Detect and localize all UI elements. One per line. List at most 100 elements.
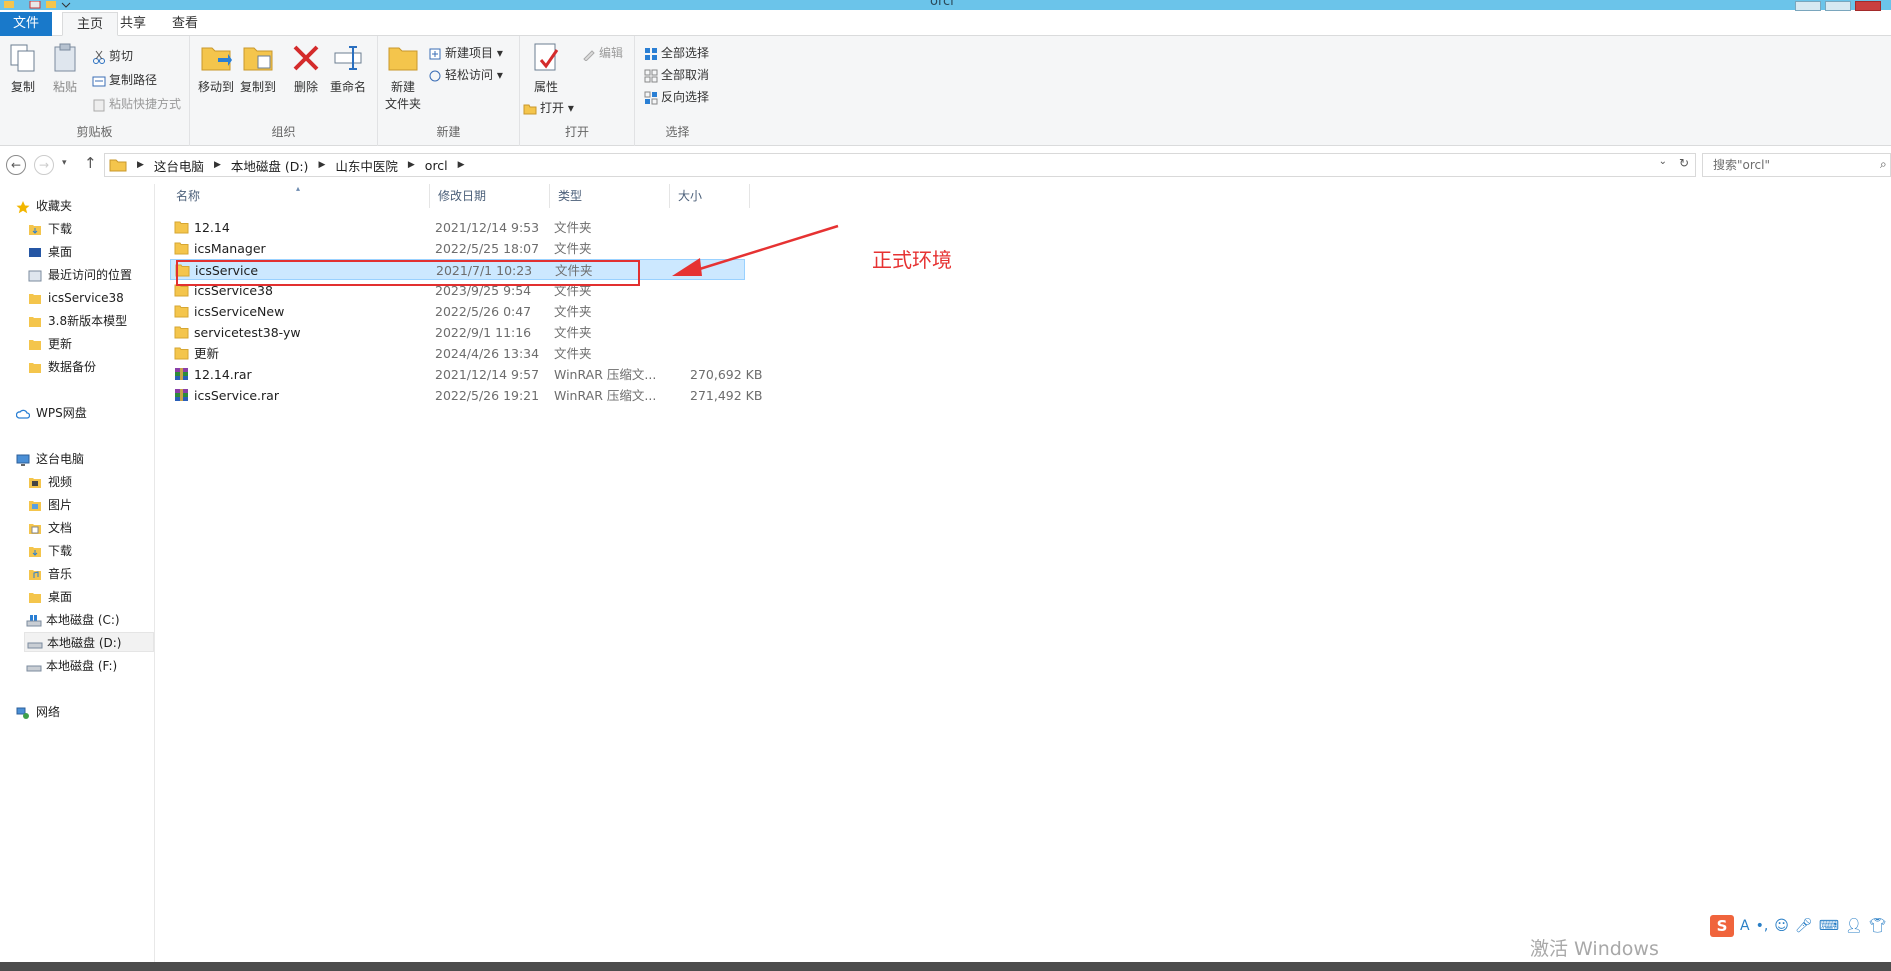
column-header-name[interactable]: 名称 bbox=[168, 184, 430, 208]
open-button[interactable]: 打开 ▾ bbox=[523, 98, 574, 118]
select-none-label: 全部取消 bbox=[661, 68, 710, 82]
keyboard-icon[interactable]: ⌨ bbox=[1819, 918, 1839, 934]
address-dropdown-chevron-icon[interactable]: ⌄ bbox=[1659, 156, 1667, 167]
file-row-icsmanager[interactable]: icsManager 2022/5/25 18:07 文件夹 bbox=[170, 238, 745, 259]
paste-shortcut-button[interactable]: 粘贴快捷方式 bbox=[92, 94, 181, 114]
file-row-icsservicenew[interactable]: icsServiceNew 2022/5/26 0:47 文件夹 bbox=[170, 301, 745, 322]
file-row-12-14[interactable]: 12.14 2021/12/14 9:53 文件夹 bbox=[170, 217, 745, 238]
edit-button[interactable]: 编辑 bbox=[582, 43, 623, 63]
nav-pc-documents[interactable]: 文档 bbox=[28, 518, 72, 538]
file-row-icsservice-rar[interactable]: icsService.rar 2022/5/26 19:21 WinRAR 压缩… bbox=[170, 385, 762, 406]
nav-pc-music[interactable]: 音乐 bbox=[28, 564, 72, 584]
select-none-button[interactable]: 全部取消 bbox=[644, 65, 709, 85]
refresh-icon[interactable]: ↻ bbox=[1679, 156, 1689, 170]
nav-fav-downloads[interactable]: 下载 bbox=[28, 219, 72, 239]
file-row-update[interactable]: 更新 2024/4/26 13:34 文件夹 bbox=[170, 343, 745, 364]
breadcrumb-orcl[interactable]: orcl bbox=[425, 158, 448, 173]
nav-this-pc[interactable]: 这台电脑 bbox=[16, 449, 84, 469]
file-row-servicetest38-yw[interactable]: servicetest38-yw 2022/9/1 11:16 文件夹 bbox=[170, 322, 745, 343]
nav-fav-model[interactable]: 3.8新版本模型 bbox=[28, 311, 127, 331]
nav-fav-icsservice38[interactable]: icsService38 bbox=[28, 288, 124, 308]
column-header-date[interactable]: 修改日期 bbox=[430, 184, 550, 208]
copy-to-button[interactable]: 复制到 bbox=[238, 42, 278, 95]
new-item-button[interactable]: 新建项目 ▾ bbox=[428, 43, 503, 63]
copy-folder-icon bbox=[242, 42, 274, 74]
file-name: icsService.rar bbox=[194, 388, 279, 403]
tab-share[interactable]: 共享 bbox=[106, 12, 160, 36]
nav-pc-drive-d[interactable]: 本地磁盘 (D:) bbox=[24, 632, 154, 652]
move-to-button[interactable]: 移动到 bbox=[196, 42, 236, 95]
search-icon[interactable]: ⌕ bbox=[1880, 157, 1887, 172]
group-select: 全部选择 全部取消 反向选择 选择 bbox=[635, 36, 720, 146]
easy-access-button[interactable]: 轻松访问 ▾ bbox=[428, 65, 503, 85]
back-button[interactable]: ← bbox=[6, 155, 26, 175]
ime-toolbar[interactable]: S A •, ☺ 🎤︎ ⌨ 👤︎ 👕︎ bbox=[1710, 914, 1891, 938]
copy-button[interactable]: 复制 bbox=[3, 42, 43, 95]
microphone-icon[interactable]: 🎤︎ bbox=[1795, 918, 1813, 934]
nav-pc-drive-c[interactable]: 本地磁盘 (C:) bbox=[26, 610, 120, 630]
file-row-12-14-rar[interactable]: 12.14.rar 2021/12/14 9:57 WinRAR 压缩文... … bbox=[170, 364, 762, 385]
properties-button[interactable]: 属性 bbox=[526, 42, 566, 95]
nav-pc-pictures[interactable]: 图片 bbox=[28, 495, 72, 515]
emoji-icon[interactable]: ☺ bbox=[1774, 918, 1789, 934]
annotation-arrow-icon bbox=[672, 224, 839, 276]
maximize-button[interactable] bbox=[1825, 1, 1851, 11]
nav-pc-desktop[interactable]: 桌面 bbox=[28, 587, 72, 607]
new-item-label: 新建项目 bbox=[445, 46, 494, 60]
recent-locations-chevron-icon[interactable]: ▾ bbox=[62, 158, 67, 168]
punctuation-icon[interactable]: •, bbox=[1756, 918, 1769, 934]
nav-fav-recent[interactable]: 最近访问的位置 bbox=[28, 265, 132, 285]
nav-pc-videos[interactable]: 视频 bbox=[28, 472, 72, 492]
pictures-folder-icon bbox=[28, 499, 42, 513]
folder-icon bbox=[174, 242, 189, 255]
folder-icon bbox=[174, 326, 189, 339]
close-button[interactable] bbox=[1855, 1, 1881, 11]
ime-mode-indicator[interactable]: A bbox=[1740, 918, 1750, 934]
select-all-label: 全部选择 bbox=[661, 46, 710, 60]
delete-button[interactable]: 删除 bbox=[286, 42, 326, 95]
breadcrumb-this-pc[interactable]: 这台电脑 bbox=[154, 156, 204, 175]
nav-fav-update[interactable]: 更新 bbox=[28, 334, 72, 354]
minimize-button[interactable] bbox=[1795, 1, 1821, 11]
breadcrumb-separator[interactable]: ▶ bbox=[408, 160, 415, 170]
select-all-button[interactable]: 全部选择 bbox=[644, 43, 709, 63]
nav-fav-desktop[interactable]: 桌面 bbox=[28, 242, 72, 262]
new-folder-button[interactable]: 新建 文件夹 bbox=[383, 42, 423, 112]
file-date: 2022/9/1 11:16 bbox=[435, 325, 532, 340]
file-name: 12.14 bbox=[194, 220, 230, 235]
tab-view[interactable]: 查看 bbox=[158, 12, 212, 36]
skin-icon[interactable]: 👕︎ bbox=[1869, 918, 1887, 934]
up-arrow-icon[interactable]: ↑ bbox=[84, 154, 97, 172]
breadcrumb-drive-d[interactable]: 本地磁盘 (D:) bbox=[231, 156, 309, 175]
breadcrumb-separator[interactable]: ▶ bbox=[137, 160, 144, 170]
organize-group-label: 组织 bbox=[271, 125, 296, 139]
file-date: 2022/5/26 0:47 bbox=[435, 304, 532, 319]
cut-button[interactable]: 剪切 bbox=[92, 46, 133, 66]
breadcrumb-separator[interactable]: ▶ bbox=[318, 160, 325, 170]
nav-network[interactable]: 网络 bbox=[16, 702, 60, 722]
clipboard-group-label: 剪贴板 bbox=[76, 125, 113, 139]
quick-access-icons[interactable] bbox=[0, 0, 90, 11]
column-header-type[interactable]: 类型 bbox=[550, 184, 670, 208]
tab-file[interactable]: 文件 bbox=[0, 12, 52, 36]
breadcrumb-separator[interactable]: ▶ bbox=[214, 160, 221, 170]
user-icon[interactable]: 👤︎ bbox=[1845, 918, 1863, 934]
paste-button[interactable]: 粘贴 bbox=[45, 42, 85, 95]
search-input[interactable]: 搜索"orcl" bbox=[1702, 153, 1891, 177]
nav-favorites[interactable]: 收藏夹 bbox=[16, 196, 72, 216]
copy-path-button[interactable]: 复制路径 bbox=[92, 70, 157, 90]
nav-pc-downloads[interactable]: 下载 bbox=[28, 541, 72, 561]
breadcrumb-hospital[interactable]: 山东中医院 bbox=[335, 156, 398, 175]
nav-item-label: 数据备份 bbox=[48, 360, 97, 374]
rename-button[interactable]: 重命名 bbox=[328, 42, 368, 95]
breadcrumb-separator[interactable]: ▶ bbox=[458, 160, 465, 170]
nav-wps-drive[interactable]: WPS网盘 bbox=[15, 403, 87, 423]
quick-access-toolbar[interactable] bbox=[0, 0, 90, 10]
nav-fav-backup[interactable]: 数据备份 bbox=[28, 357, 96, 377]
nav-pc-drive-f[interactable]: 本地磁盘 (F:) bbox=[26, 656, 117, 676]
address-bar[interactable]: ▶ 这台电脑 ▶ 本地磁盘 (D:) ▶ 山东中医院 ▶ orcl ▶ ⌄ ↻ bbox=[104, 153, 1696, 177]
invert-selection-button[interactable]: 反向选择 bbox=[644, 87, 709, 107]
copy-path-icon bbox=[92, 74, 106, 88]
forward-button[interactable]: → bbox=[34, 155, 54, 175]
column-header-size[interactable]: 大小 bbox=[670, 184, 750, 208]
